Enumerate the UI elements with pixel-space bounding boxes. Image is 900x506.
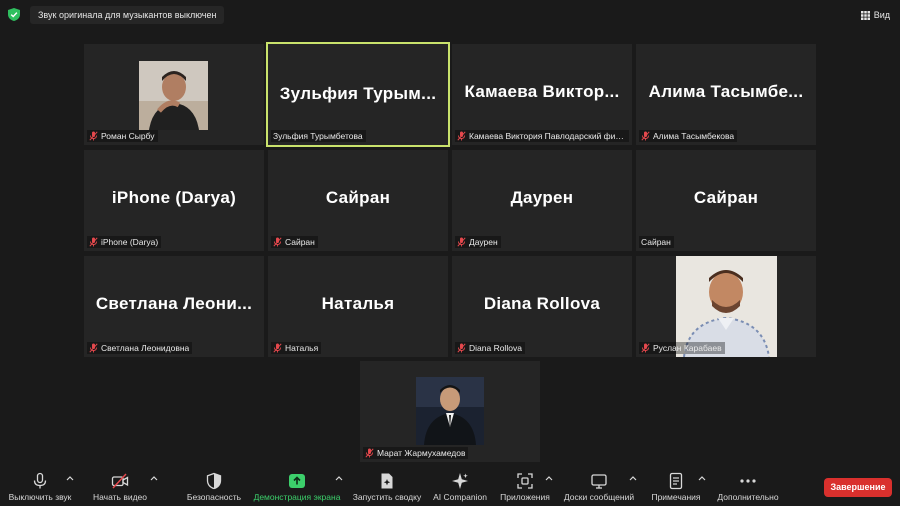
shield-icon (206, 472, 222, 490)
share-screen-icon (289, 474, 305, 488)
participant-name-label: Руслан Карабаев (639, 342, 725, 354)
participant-display-name: Светлана Леони... (95, 294, 253, 313)
participant-name-label: Камаева Виктория Павлодарский фил... (455, 130, 629, 142)
whiteboards-button[interactable]: Доски сообщений (562, 472, 636, 504)
microphone-muted-icon (273, 237, 282, 247)
microphone-muted-icon (457, 343, 466, 353)
end-meeting-button[interactable]: Завершение (824, 478, 892, 497)
participant-tile-ruslan[interactable]: Руслан Карабаев (636, 256, 816, 357)
view-label: Вид (873, 10, 890, 20)
participant-display-name: Камаева Виктор... (464, 82, 620, 101)
shield-check-icon[interactable] (8, 8, 20, 21)
microphone-muted-icon (457, 237, 466, 247)
microphone-muted-icon (641, 131, 650, 141)
participant-display-name: Зульфия Турым... (279, 84, 437, 103)
participant-display-name: Даурен (510, 188, 574, 207)
mute-button[interactable]: Выключить звук (7, 472, 73, 504)
participant-name-label: Даурен (455, 236, 501, 248)
participant-display-name: Наталья (321, 294, 395, 313)
chevron-up-icon[interactable] (545, 475, 553, 481)
microphone-muted-icon (89, 131, 98, 141)
participant-tile-sairan[interactable]: Сайран Сайран (268, 150, 448, 251)
participant-display-name: Diana Rollova (483, 294, 601, 313)
participant-tile-dauren[interactable]: Даурен Даурен (452, 150, 632, 251)
chevron-up-icon[interactable] (335, 475, 343, 481)
sparkle-icon (452, 473, 468, 489)
start-summary-button[interactable]: Запустить сводку (352, 472, 422, 504)
participant-photo (416, 377, 484, 445)
original-sound-notice: Звук оригинала для музыкантов выключен (30, 6, 225, 24)
participant-tile-diana[interactable]: Diana Rollova Diana Rollova (452, 256, 632, 357)
participant-name-label: Diana Rollova (455, 342, 525, 354)
meeting-toolbar: Выключить звук Начать видео Безопасность… (0, 466, 900, 506)
participant-name-label: Сайран (271, 236, 318, 248)
participant-tile-zulfiya[interactable]: Зульфия Турым... Зульфия Турымбетова (266, 42, 450, 147)
microphone-muted-icon (89, 237, 98, 247)
share-screen-button[interactable]: Демонстрация экрана (253, 472, 341, 504)
microphone-muted-icon (457, 131, 466, 141)
participant-display-name: iPhone (Darya) (111, 188, 237, 207)
microphone-muted-icon (273, 343, 282, 353)
microphone-icon (33, 472, 47, 489)
participant-display-name: Сайран (693, 188, 759, 207)
participant-tile-iphone-darya[interactable]: iPhone (Darya) iPhone (Darya) (84, 150, 264, 251)
microphone-muted-icon (365, 448, 374, 458)
participant-display-name: Сайран (325, 188, 391, 207)
whiteboard-icon (591, 474, 607, 489)
apps-button[interactable]: Приложения (498, 472, 552, 504)
microphone-muted-icon (641, 343, 650, 353)
microphone-muted-icon (89, 343, 98, 353)
participant-tile-marat[interactable]: Марат Жармухамедов (360, 361, 540, 462)
participant-tile-svetlana[interactable]: Светлана Леони... Светлана Леонидовна (84, 256, 264, 357)
participant-name-label: Наталья (271, 342, 322, 354)
security-button[interactable]: Безопасность (186, 472, 242, 504)
participant-name-label: Зульфия Турымбетова (271, 130, 366, 142)
view-button[interactable]: Вид (860, 7, 890, 23)
chevron-up-icon[interactable] (66, 475, 74, 481)
chevron-up-icon[interactable] (629, 475, 637, 481)
grid-icon (860, 10, 870, 20)
apps-icon (517, 473, 533, 489)
participant-tile-natalya[interactable]: Наталья Наталья (268, 256, 448, 357)
video-camera-off-icon (111, 473, 129, 489)
more-dots-icon (740, 479, 756, 483)
notes-icon (669, 472, 683, 490)
top-bar: Звук оригинала для музыкантов выключен В… (0, 0, 900, 30)
participant-tile-roman[interactable]: Роман Сырбу (84, 44, 264, 145)
participant-name-label: Роман Сырбу (87, 130, 158, 142)
start-video-button[interactable]: Начать видео (91, 472, 149, 504)
participant-name-label: iPhone (Darya) (87, 236, 162, 248)
participant-name-label: Светлана Леонидовна (87, 342, 193, 354)
participant-tile-kamaeva[interactable]: Камаева Виктор... Камаева Виктория Павло… (452, 44, 632, 145)
participant-tile-alima[interactable]: Алима Тасымбе... Алима Тасымбекова (636, 44, 816, 145)
participant-tile-sairan-2[interactable]: Сайран Сайран (636, 150, 816, 251)
more-button[interactable]: Дополнительно (715, 472, 781, 504)
participant-photo (139, 61, 208, 130)
participant-name-label: Марат Жармухамедов (363, 447, 469, 459)
ai-companion-button[interactable]: AI Companion (432, 472, 488, 504)
participant-display-name: Алима Тасымбе... (648, 82, 804, 101)
document-sparkle-icon (381, 473, 393, 489)
participant-name-label: Сайран (639, 236, 674, 248)
chevron-up-icon[interactable] (698, 475, 706, 481)
notes-button[interactable]: Примечания (648, 472, 704, 504)
chevron-up-icon[interactable] (150, 475, 158, 481)
participant-name-label: Алима Тасымбекова (639, 130, 738, 142)
